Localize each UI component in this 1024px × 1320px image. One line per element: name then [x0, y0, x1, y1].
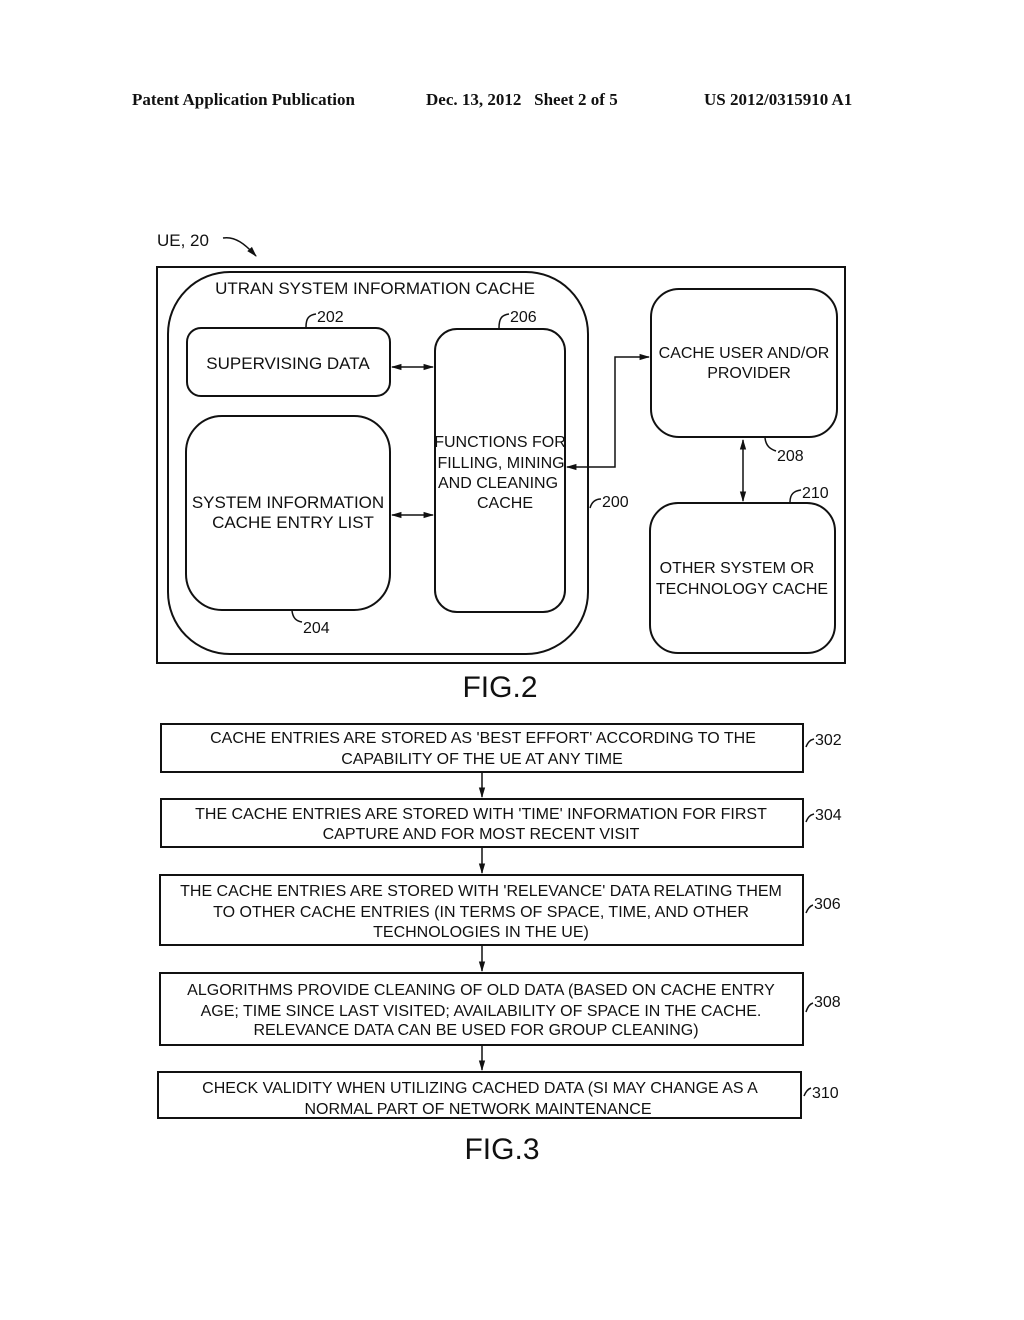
step-308-line1: ALGORITHMS PROVIDE CLEANING OF OLD DATA …	[187, 982, 775, 999]
other-cache-label-line2: TECHNOLOGY CACHE	[656, 581, 828, 598]
fig3-caption: FIG.3	[464, 1133, 539, 1166]
step-304-line2: CAPTURE AND FOR MOST RECENT VISIT	[323, 826, 640, 843]
ref-206: 206	[510, 309, 537, 326]
cache-user-label-line1: CACHE USER AND/OR	[659, 345, 830, 362]
ref-leader-304	[805, 813, 815, 823]
fig2-caption: FIG.2	[462, 671, 537, 704]
ref-leader-206	[498, 313, 510, 329]
other-cache-label-line1: OTHER SYSTEM OR	[660, 560, 815, 577]
step-308-line2: AGE; TIME SINCE LAST VISITED; AVAILABILI…	[201, 1003, 762, 1020]
fig2-diagram: UE, 20 UTRAN SYSTEM INFORMATION CACHE SU…	[156, 231, 846, 704]
ref-200: 200	[602, 494, 629, 511]
ref-leader-200	[589, 498, 602, 509]
supervising-data-label: SUPERVISING DATA	[206, 354, 370, 373]
entry-list-label-line1: SYSTEM INFORMATION	[192, 493, 384, 512]
step-306-line1: THE CACHE ENTRIES ARE STORED WITH 'RELEV…	[180, 883, 782, 900]
ref-210: 210	[802, 485, 829, 502]
ref-leader-310	[803, 1087, 812, 1097]
ref-leader-208	[764, 437, 777, 452]
ue-label: UE, 20	[157, 231, 209, 250]
ref-leader-202	[305, 313, 317, 328]
ref-leader-204	[291, 610, 303, 623]
entry-list-label-line2: CACHE ENTRY LIST	[212, 513, 374, 532]
step-302-line1: CACHE ENTRIES ARE STORED AS 'BEST EFFORT…	[210, 730, 756, 747]
ref-304: 304	[815, 807, 842, 824]
step-302-line2: CAPABILITY OF THE UE AT ANY TIME	[341, 751, 623, 768]
ref-202: 202	[317, 309, 344, 326]
step-310-line2: NORMAL PART OF NETWORK MAINTENANCE	[305, 1101, 652, 1118]
ref-204: 204	[303, 620, 330, 637]
functions-label-line4: CACHE	[477, 495, 533, 512]
functions-label-line1: FUNCTIONS FOR	[434, 434, 566, 451]
step-304-line1: THE CACHE ENTRIES ARE STORED WITH 'TIME'…	[195, 806, 767, 823]
ref-306: 306	[814, 896, 841, 913]
ref-leader-306	[805, 904, 814, 914]
ref-308: 308	[814, 994, 841, 1011]
cache-user-label-line2: PROVIDER	[707, 365, 791, 382]
ref-leader-302	[805, 738, 815, 748]
functions-label-line2: FILLING, MINING	[437, 455, 564, 472]
step-310-line1: CHECK VALIDITY WHEN UTILIZING CACHED DAT…	[202, 1080, 758, 1097]
step-306-line2: TO OTHER CACHE ENTRIES (IN TERMS OF SPAC…	[213, 904, 749, 921]
functions-label-line3: AND CLEANING	[438, 475, 558, 492]
ref-leader-308	[805, 1002, 814, 1013]
fig3-flowchart: CACHE ENTRIES ARE STORED AS 'BEST EFFORT…	[157, 723, 842, 1166]
arrow-functions-cacheuser	[565, 353, 651, 471]
step-308-line3: RELEVANCE DATA CAN BE USED FOR GROUP CLE…	[253, 1022, 698, 1039]
ref-leader-210	[789, 489, 802, 503]
other-cache-box	[649, 502, 836, 654]
ref-302: 302	[815, 732, 842, 749]
cache-user-box	[650, 288, 838, 438]
ref-208: 208	[777, 448, 804, 465]
ref-310: 310	[812, 1085, 839, 1102]
step-306-line3: TECHNOLOGIES IN THE UE)	[373, 924, 589, 941]
ue-pointer-arrow	[222, 236, 257, 257]
utran-cache-title: UTRAN SYSTEM INFORMATION CACHE	[215, 279, 535, 298]
patent-drawing: UE, 20 UTRAN SYSTEM INFORMATION CACHE SU…	[156, 231, 846, 1166]
